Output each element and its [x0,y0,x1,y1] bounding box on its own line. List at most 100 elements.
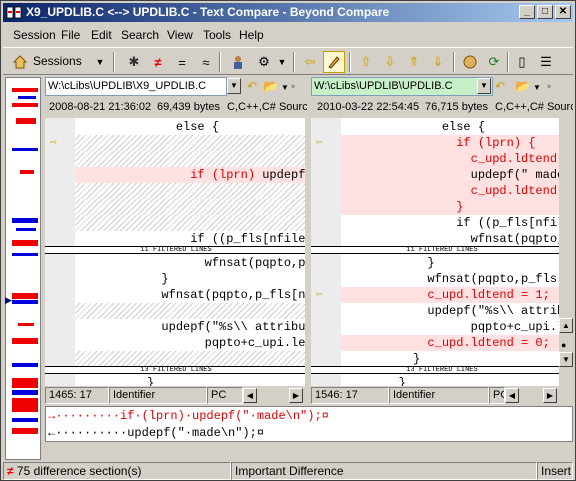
same-icon[interactable]: = [171,51,193,73]
rules-icon[interactable] [227,51,249,73]
code-line[interactable]: if ((p_fls[nfile].iattribute [341,215,559,231]
right-token-kind: Identifier [389,387,489,404]
code-line[interactable]: } [75,271,307,287]
scroll-down-icon[interactable]: ▼ [559,352,573,367]
left-code-view[interactable]: else { ⇨ if (lprn) updepf(" made\n"); if … [45,118,307,386]
code-line[interactable]: updepf("%s\\ attribute [75,319,307,335]
bookmark-dot-icon[interactable]: ● [561,340,566,350]
scroll-left-icon[interactable]: ◀ [243,388,257,403]
code-line[interactable]: else { [75,119,307,135]
next-diff-icon[interactable]: ⇩ [379,51,401,73]
difference-count: 75 difference section(s) [16,464,142,478]
arrow-left-icon[interactable]: ⇦ [299,51,321,73]
code-line[interactable]: c_upd.ldtend = 1; [341,287,559,303]
title-bar[interactable]: X9_UPDLIB.C <--> UPDLIB.C - Text Compare… [3,3,573,22]
swap-icon[interactable] [459,51,481,73]
line-compare-view[interactable]: →·········if·(lprn)·updepf("·made\n");¤ … [45,406,573,442]
copy-arrow-icon[interactable]: ⇦ [316,138,330,149]
menu-file[interactable]: File [61,28,80,42]
vertical-scrollbar[interactable]: ▲ ● ▼ [559,118,573,386]
code-line[interactable] [75,215,307,231]
reload-icon[interactable]: ⟳ [483,51,505,73]
code-line[interactable]: updepf(" made\n"); [341,167,559,183]
diffs-icon[interactable]: ≠ [147,51,169,73]
chevron-down-icon[interactable]: ▼ [281,83,289,92]
maximize-button[interactable]: □ [537,5,553,19]
code-line[interactable]: } [341,255,559,271]
code-line[interactable]: if (lprn) updepf(" made\n"); [75,167,307,183]
scroll-right-icon[interactable]: ▶ [543,388,557,403]
code-line[interactable]: wfnsat(pqpto,p_fls[nfile] [75,287,307,303]
code-line[interactable]: c_upd.ldtend = 0; [341,183,559,199]
toolbar: Sessions ▼ ✱ ≠ = ≈ ⚙ ▼ ⇦ ⇧ ⇩ ⇑ ⇓ ⟳ ▯ ☰ [3,47,573,75]
code-line[interactable] [75,135,307,151]
minimize-button[interactable]: _ [519,5,535,19]
code-line[interactable]: } [341,351,559,367]
code-line[interactable] [75,351,307,367]
prev-diff-icon[interactable]: ⇧ [355,51,377,73]
overview-pane[interactable] [5,77,41,460]
sessions-button[interactable]: Sessions [33,54,82,68]
code-line[interactable]: } [341,375,559,386]
minor-icon[interactable]: ▯ [511,51,533,73]
copy-arrow-icon[interactable]: ⇦ [316,290,330,301]
filtered-lines-marker[interactable]: 11 FILTERED LINES [45,246,307,254]
code-line[interactable]: } [75,375,307,386]
code-line[interactable]: wfnsat(pqpto,p_fls[nfile]. [75,255,307,271]
chevron-down-icon[interactable]: ▼ [533,83,541,92]
menu-tools[interactable]: Tools [203,28,231,42]
left-date: 2008-08-21 21:36:02 [49,101,152,113]
menu-edit[interactable]: Edit [91,28,112,42]
scroll-left-icon[interactable]: ◀ [505,388,519,403]
home-icon[interactable] [9,51,31,73]
undo-icon[interactable]: ↶ [247,79,257,93]
folder-icon[interactable]: 📂 [515,79,530,93]
menu-help[interactable]: Help [239,28,264,42]
copy-arrow-icon[interactable]: ⇨ [50,138,64,149]
code-line[interactable] [75,151,307,167]
code-line[interactable]: else { [341,119,559,135]
next-section-icon[interactable]: ⇓ [427,51,449,73]
filtered-lines-marker[interactable]: 13 FILTERED LINES [311,366,559,374]
menu-search[interactable]: Search [121,28,159,42]
code-line[interactable]: pqpto+c_upi.len [341,319,559,335]
code-line[interactable]: wfnsat(pqpto,p_fls[nfile] [341,271,559,287]
all-icon[interactable]: ✱ [123,51,145,73]
code-line[interactable]: if (lprn) { [341,135,559,151]
left-token-kind: Identifier [109,387,207,404]
edit-icon[interactable] [323,51,345,73]
menu-session[interactable]: Session [13,28,56,42]
chevron-down-icon[interactable]: ▼ [227,78,241,94]
close-button[interactable]: ✕ [555,5,571,19]
code-line[interactable] [75,199,307,215]
chevron-down-icon[interactable]: ▼ [89,51,111,73]
code-line[interactable]: wfnsat(pqpto,p_fls[nfile]. [341,231,559,247]
code-line[interactable] [75,303,307,319]
scroll-right-icon[interactable]: ▶ [289,388,303,403]
code-line[interactable]: c_upd.ldtend = 0; [341,335,559,351]
filtered-lines-marker[interactable]: 11 FILTERED LINES [311,246,559,254]
menu-view[interactable]: View [167,28,193,42]
folder-icon[interactable]: 📂 [263,79,278,93]
filtered-lines-marker[interactable]: 13 FILTERED LINES [45,366,307,374]
right-path-field[interactable]: W:\cLibs\UPDLIB\UPDLIB.C [311,77,493,96]
code-line[interactable]: updepf("%s\\ attribute [341,303,559,319]
right-code-view[interactable]: else { if (lprn) { ⇦ c_upd.ldtend = 1; up… [311,118,559,386]
code-line[interactable]: c_upd.ldtend = 1; [341,151,559,167]
context-icon[interactable]: ≈ [195,51,217,73]
menu-bar: Session File Edit Search View Tools Help [3,25,573,45]
scroll-up-icon[interactable]: ▲ [559,318,573,333]
chevron-down-icon[interactable]: ▼ [271,51,293,73]
left-path-field[interactable]: W:\cLibs\UPDLIB\X9_UPDLIB.C [45,77,227,96]
code-line[interactable]: } [341,199,559,215]
save-icon[interactable]: ▪ [547,79,551,93]
chevron-down-icon[interactable]: ▼ [477,78,491,94]
code-line[interactable] [75,183,307,199]
prev-section-icon[interactable]: ⇑ [403,51,425,73]
code-line[interactable]: if ((p_fls[nfile].iattribute [75,231,307,247]
compare-line-left: →·········if·(lprn)·updepf("·made\n");¤ [48,409,329,423]
undo-icon[interactable]: ↶ [495,79,505,93]
report-icon[interactable]: ☰ [535,51,557,73]
save-icon[interactable]: ▪ [291,79,295,93]
code-line[interactable]: pqpto+c_upi.len [75,335,307,351]
